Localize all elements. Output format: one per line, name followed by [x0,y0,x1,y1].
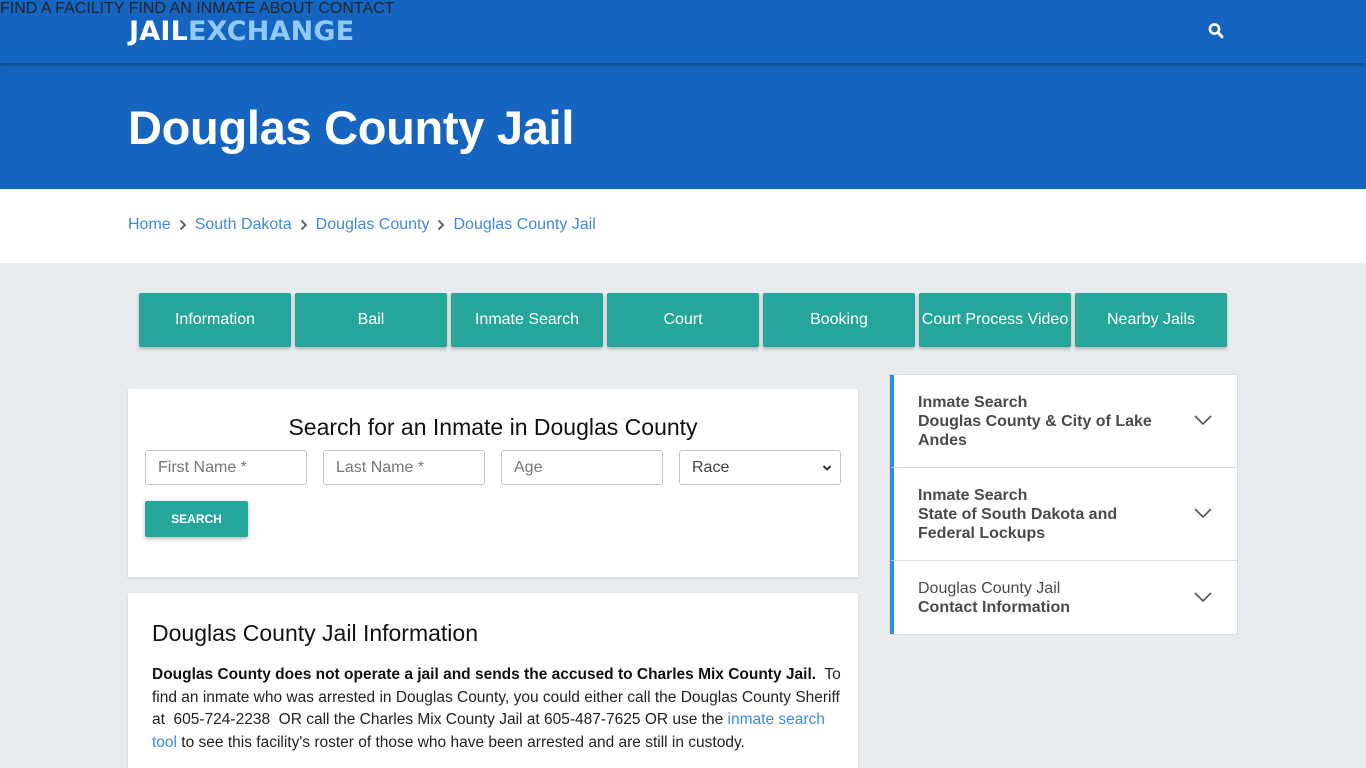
chevron-down-icon [1193,506,1213,520]
chevron-down-icon [822,459,832,477]
info-bold-lead: Douglas County does not operate a jail a… [152,666,817,683]
first-name-input[interactable] [158,458,306,477]
info-section-title: Douglas County Jail Information [152,620,478,646]
tab-court-process-video[interactable]: Court Process Video [919,293,1071,347]
accordion-item-heading: Inmate Search [918,487,1028,504]
last-name-input[interactable] [336,458,484,477]
section-tabs: Information Bail Inmate Search Court Boo… [139,293,1227,347]
age-field[interactable] [501,450,663,485]
hero-banner: Douglas County Jail [0,64,1366,189]
chevron-down-icon [1193,590,1213,604]
breadcrumb-home[interactable]: Home [128,215,171,235]
tab-bail[interactable]: Bail [295,293,447,347]
tab-information[interactable]: Information [139,293,291,347]
race-select-value: Race [692,458,730,476]
inmate-search-card: Search for an Inmate in Douglas County R… [128,389,858,577]
logo-jail-text: JAIL [129,16,188,47]
breadcrumb-state[interactable]: South Dakota [195,215,292,235]
race-select[interactable]: Race [679,450,841,485]
site-logo[interactable]: JAILEXCHANGE [129,15,354,49]
info-text-end: to see this facility's roster of those w… [177,733,745,751]
info-paragraph: Douglas County does not operate a jail a… [152,664,842,754]
search-button[interactable]: SEARCH [145,501,248,537]
accordion-item-county-inmate-search[interactable]: Inmate Search Douglas County & City of L… [890,375,1237,468]
accordion-item-heading: Inmate Search [918,394,1028,411]
accordion-item-state-federal-search[interactable]: Inmate Search State of South Dakota and … [890,468,1237,561]
tab-booking[interactable]: Booking [763,293,915,347]
search-icon[interactable] [1208,22,1224,40]
tab-nearby-jails[interactable]: Nearby Jails [1075,293,1227,347]
last-name-field[interactable] [323,450,485,485]
search-card-title: Search for an Inmate in Douglas County [288,414,698,440]
sidebar-accordion: Inmate Search Douglas County & City of L… [889,374,1238,635]
tab-inmate-search[interactable]: Inmate Search [451,293,603,347]
accordion-item-heading: Douglas County Jail [918,580,1061,597]
first-name-field[interactable] [145,450,307,485]
page-title: Douglas County Jail [128,101,575,154]
tab-court[interactable]: Court [607,293,759,347]
breadcrumb: Home South Dakota Douglas County Douglas… [128,215,596,235]
breadcrumb-county[interactable]: Douglas County [316,215,430,235]
logo-exchange-text: EXCHANGE [188,16,355,47]
top-navbar: JAILEXCHANGE FIND A FACILITY FIND AN INM… [0,0,1366,64]
accordion-item-subheading: State of South Dakota and Federal Lockup… [918,506,1118,542]
accordion-item-subheading: Douglas County & City of Lake Andes [918,413,1152,449]
chevron-right-icon [295,219,313,231]
nav-find-a-facility[interactable]: FIND A FACILITY [0,0,124,17]
age-input[interactable] [514,458,662,477]
breadcrumb-facility[interactable]: Douglas County Jail [453,215,595,235]
chevron-right-icon [174,219,192,231]
breadcrumb-bar: Home South Dakota Douglas County Douglas… [0,189,1366,263]
chevron-down-icon [1193,413,1213,427]
chevron-right-icon [432,219,450,231]
accordion-item-subheading: Contact Information [918,599,1070,616]
jail-information-card: Douglas County Jail Information Douglas … [128,593,858,768]
accordion-item-contact-information[interactable]: Douglas County Jail Contact Information [890,561,1237,634]
